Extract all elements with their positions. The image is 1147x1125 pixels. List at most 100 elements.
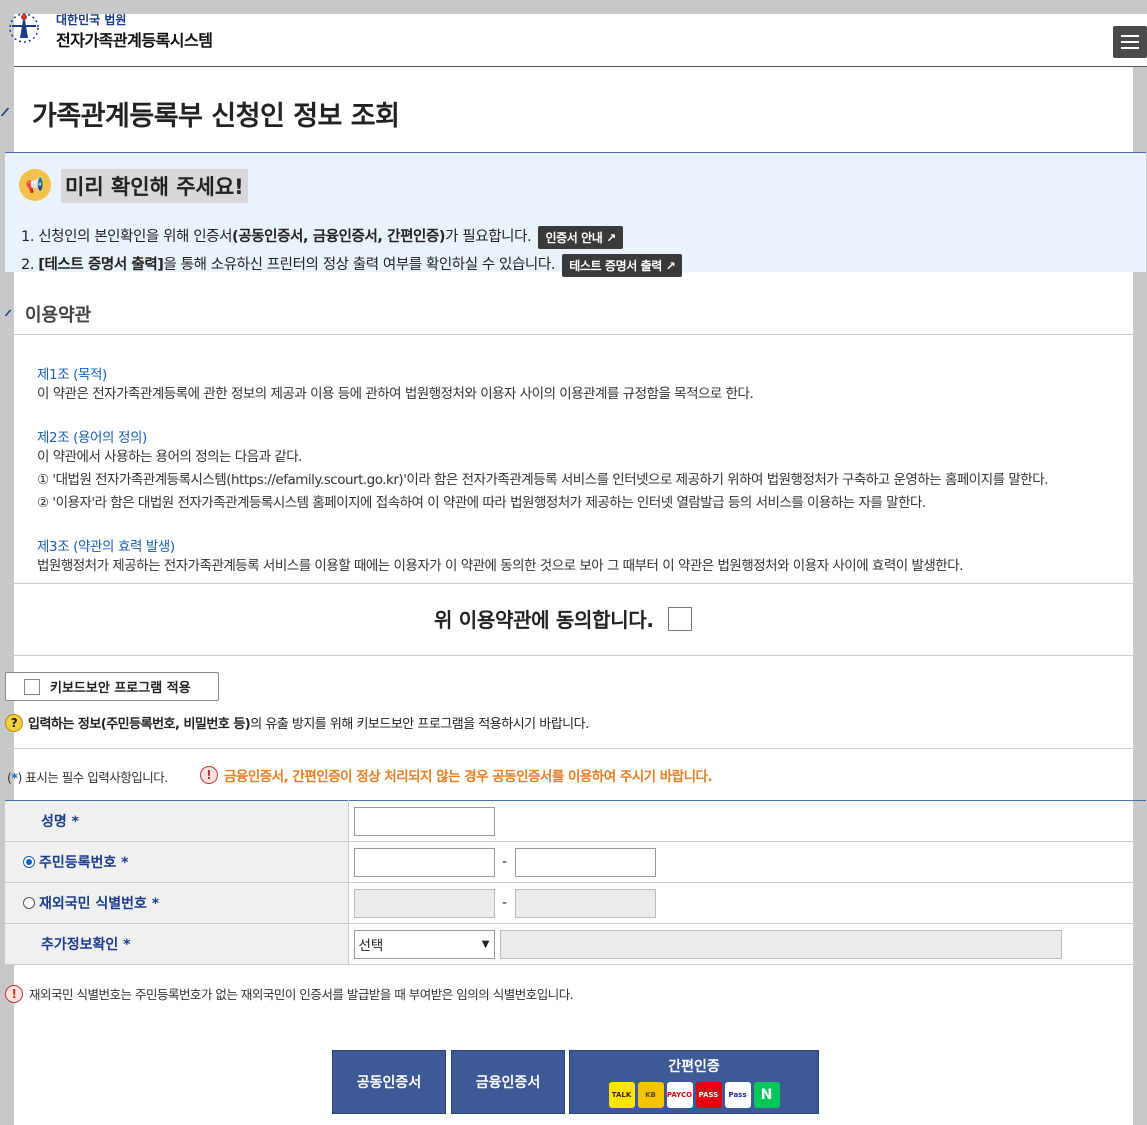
extra-info-cell: 선택 ▼ — [348, 923, 1146, 965]
keyboard-help-bold: 입력하는 정보(주민등록번호, 비밀번호 등) — [28, 717, 251, 732]
keyboard-security-label: 키보드보안 프로그램 적용 — [50, 681, 191, 696]
terms-article-2: 제2조 (용어의 정의) 이 약관에서 사용하는 용어의 정의는 다음과 같다.… — [37, 426, 1115, 515]
terms-article-1: 제1조 (목적) 이 약관은 전자가족관계등록에 관한 정보의 제공과 이용 등… — [37, 363, 1115, 406]
notice-title: 미리 확인해 주세요! — [61, 169, 248, 203]
terms-title: 이용약관 — [25, 305, 92, 326]
terms-agree-row: 위 이용약관에 동의합니다. — [434, 604, 692, 633]
divider — [5, 748, 1146, 749]
terms-agree-label[interactable]: 위 이용약관에 동의합니다. — [434, 604, 654, 633]
required-star: * — [121, 855, 129, 871]
foreign-id-back-input — [514, 888, 656, 918]
article-text: ② '이용자'라 함은 대법원 전자가족관계등록시스템 홈페이지에 접속하여 이… — [37, 495, 926, 511]
dropdown-arrow-icon: ▼ — [481, 938, 490, 950]
kakao-icon: TALK — [608, 1082, 635, 1108]
required-star: * — [71, 814, 79, 830]
form-row-foreign: 재외국민 식별번호 * - — [5, 882, 1146, 924]
article-title: 제2조 (용어의 정의) — [37, 430, 147, 446]
name-cell — [348, 800, 1146, 842]
payco-icon: PAYCO — [666, 1082, 693, 1108]
extra-info-select-value: 선택 — [358, 938, 384, 954]
form-row-name: 성명 * — [5, 800, 1146, 842]
kb-icon: KB — [637, 1082, 664, 1108]
divider — [5, 655, 1146, 656]
simple-auth-icons: TALK KB PAYCO PASS Pass N — [608, 1082, 780, 1108]
article-text: ① '대법원 전자가족관계등록시스템(https://efamily.scour… — [37, 472, 1048, 488]
keyboard-help-text: 의 유출 방지를 위해 키보드보안 프로그램을 적용하시기 바랍니다. — [250, 717, 589, 732]
foreign-id-radio[interactable] — [23, 897, 35, 909]
warning-line: ! 금융인증서, 간편인증이 정상 처리되지 않는 경우 공동인증서를 이용하여… — [200, 765, 713, 785]
notice-line-1-tail: 가 필요합니다. — [445, 229, 532, 245]
article-title: 제3조 (약관의 효력 발생) — [37, 539, 175, 555]
notice-line-2-num: 2. — [21, 257, 39, 273]
rrn-label: 주민등록번호 * — [5, 841, 349, 883]
notice-line-2-text: 을 통해 소유하신 프린터의 정상 출력 여부를 확인하실 수 있습니다. — [163, 257, 556, 273]
extra-info-label-text: 추가정보확인 — [41, 937, 119, 953]
naver-icon: N — [753, 1082, 780, 1108]
article-text: 법원행정처가 제공하는 전자가족관계등록 서비스를 이용할 때에는 이용자가 이… — [37, 558, 963, 574]
brand-subtitle: 대한민국 법원 — [56, 13, 127, 27]
required-star: * — [151, 896, 160, 912]
title-accent-icon — [0, 108, 20, 116]
terms-agree-checkbox[interactable] — [667, 606, 692, 631]
financial-cert-button[interactable]: 금융인증서 — [451, 1050, 565, 1114]
foreign-id-label-text[interactable]: 재외국민 식별번호 — [39, 896, 147, 912]
notice-line-2-bold: [테스트 증명서 출력] — [38, 257, 164, 273]
terms-article-3: 제3조 (약관의 효력 발생) 법원행정처가 제공하는 전자가족관계등록 서비스… — [37, 535, 1115, 578]
notice-line-2: 2. [테스트 증명서 출력]을 통해 소유하신 프린터의 정상 출력 여부를 … — [21, 253, 683, 277]
keyboard-security-checkbox[interactable] — [24, 678, 40, 695]
rrn-label-text[interactable]: 주민등록번호 — [39, 855, 116, 871]
brand-title[interactable]: 전자가족관계등록시스템 — [56, 27, 213, 51]
simple-auth-button[interactable]: 간편인증 TALK KB PAYCO PASS Pass N — [569, 1050, 819, 1114]
question-icon: ? — [5, 713, 23, 732]
foreign-id-cell: - — [348, 882, 1146, 924]
foreign-id-label: 재외국민 식별번호 * — [5, 882, 349, 924]
site-header: 대한민국 법원 전자가족관계등록시스템 — [9, 13, 1147, 67]
extra-info-select[interactable]: 선택 ▼ — [353, 929, 495, 959]
foreign-id-note: ! 재외국민 식별번호는 주민등록번호가 없는 재외국민이 인증서를 발급받을 … — [5, 984, 574, 1003]
hamburger-menu-icon[interactable] — [1113, 26, 1147, 58]
alert-icon: ! — [200, 766, 218, 784]
extra-info-label: 추가정보확인 * — [5, 923, 349, 965]
terms-accent-icon — [4, 310, 18, 316]
name-label-text: 성명 — [41, 814, 67, 830]
article-title: 제1조 (목적) — [37, 367, 107, 383]
foreign-id-front-input — [353, 888, 495, 918]
court-logo-icon — [9, 13, 39, 43]
required-star: * — [123, 937, 131, 953]
notice-line-1: 1. 신청인의 본인확인을 위해 인증서(공동인증서, 금융인증서, 간편인증)… — [21, 225, 623, 249]
test-print-button[interactable]: 테스트 증명서 출력 ↗ — [562, 253, 683, 277]
keyboard-security-button[interactable]: 키보드보안 프로그램 적용 — [5, 672, 219, 701]
rrn-cell: - — [348, 841, 1146, 883]
name-label: 성명 * — [5, 800, 349, 842]
name-input[interactable] — [353, 806, 495, 836]
rrn-back-input[interactable] — [514, 847, 656, 877]
article-text: 이 약관에서 사용하는 용어의 정의는 다음과 같다. — [37, 449, 302, 465]
rrn-radio[interactable] — [23, 856, 35, 868]
foreign-id-note-text: 재외국민 식별번호는 주민등록번호가 없는 재외국민이 인증서를 발급받을 때 … — [29, 987, 574, 1002]
alert-icon: ! — [5, 984, 23, 1003]
samsung-pass-icon: Pass — [724, 1082, 751, 1108]
terms-scroll-box[interactable]: 제1조 (목적) 이 약관은 전자가족관계등록에 관한 정보의 제공과 이용 등… — [6, 334, 1146, 584]
required-note-text: 표시는 필수 입력사항입니다. — [25, 770, 168, 785]
applicant-form: 성명 * 주민등록번호 * - 재외국민 식별번호 * - 추가정보확인 * 선… — [5, 800, 1146, 965]
form-row-extra: 추가정보확인 * 선택 ▼ — [5, 923, 1146, 965]
keyboard-help: ? 입력하는 정보(주민등록번호, 비밀번호 등)의 유출 방지를 위해 키보드… — [5, 713, 589, 732]
page-root: 대한민국 법원 전자가족관계등록시스템 가족관계등록부 신청인 정보 조회 📢 … — [0, 13, 1147, 1125]
notice-line-1-text: 1. 신청인의 본인확인을 위해 인증서 — [21, 229, 233, 245]
notice-box: 📢 미리 확인해 주세요! 1. 신청인의 본인확인을 위해 인증서(공동인증서… — [5, 152, 1146, 277]
warning-text: 금융인증서, 간편인증이 정상 처리되지 않는 경우 공동인증서를 이용하여 주… — [224, 769, 713, 785]
common-cert-button[interactable]: 공동인증서 — [332, 1050, 446, 1114]
rrn-front-input[interactable] — [353, 847, 495, 877]
dash: - — [501, 895, 508, 911]
simple-auth-label: 간편인증 — [668, 1059, 720, 1075]
article-text: 이 약관은 전자가족관계등록에 관한 정보의 제공과 이용 등에 관하여 법원행… — [37, 386, 754, 402]
pass-icon: PASS — [695, 1082, 722, 1108]
page-title: 가족관계등록부 신청인 정보 조회 — [32, 101, 400, 132]
extra-info-input — [499, 929, 1062, 959]
megaphone-icon: 📢 — [19, 169, 51, 201]
cert-guide-button[interactable]: 인증서 안내 ↗ — [538, 225, 623, 249]
notice-line-1-bold: (공동인증서, 금융인증서, 간편인증) — [232, 229, 446, 245]
required-paren-close: ) — [17, 770, 22, 785]
dash: - — [501, 854, 508, 870]
form-row-rrn: 주민등록번호 * - — [5, 841, 1146, 883]
